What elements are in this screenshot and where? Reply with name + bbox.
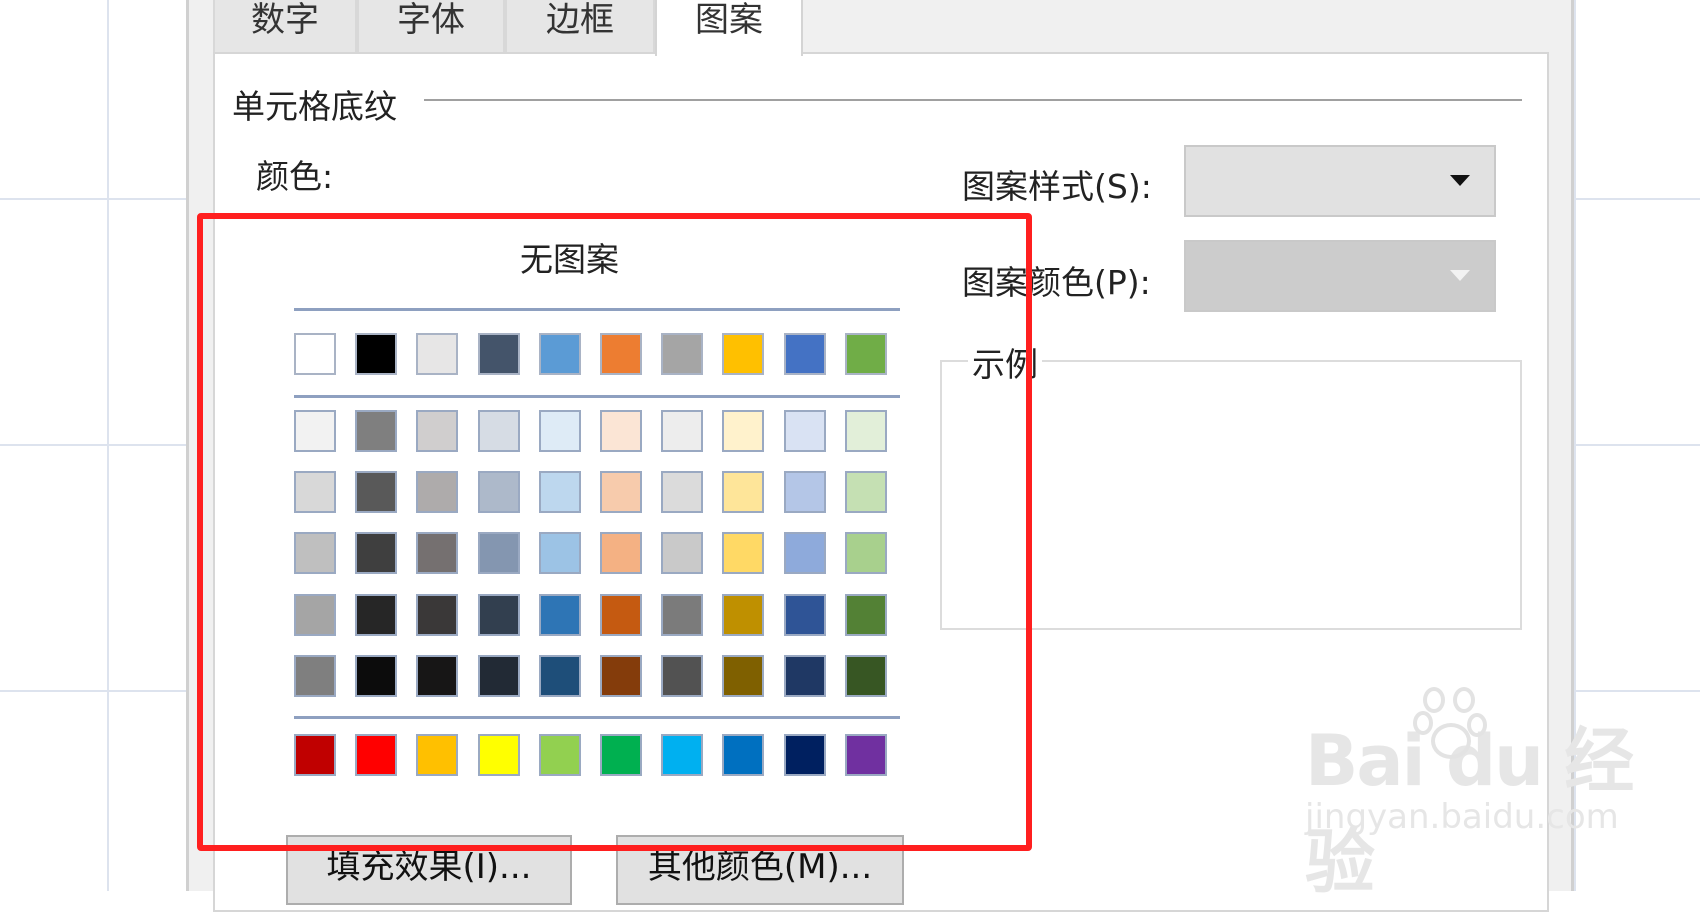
pattern-style-label: 图案样式(S): [962,167,1152,206]
cell-shading-title: 单元格底纹 [232,80,403,128]
watermark-url: jingyan.baidu.com [1305,797,1619,837]
baidu-watermark: Bai du 经验 jingyan.baidu.com [1305,687,1700,907]
tab-font[interactable]: 字体 [357,0,505,52]
color-label: 颜色: [256,157,334,196]
highlight-annotation [197,213,1032,851]
tab-pattern[interactable]: 图案 [655,0,803,56]
chevron-down-icon [1450,175,1470,186]
tab-border[interactable]: 边框 [505,0,655,52]
section-divider [424,99,1522,101]
paw-icon [1413,687,1491,763]
tab-number[interactable]: 数字 [213,0,357,52]
chevron-down-icon [1450,270,1470,281]
pattern-style-dropdown[interactable] [1184,145,1496,217]
pattern-color-dropdown[interactable] [1184,240,1496,312]
